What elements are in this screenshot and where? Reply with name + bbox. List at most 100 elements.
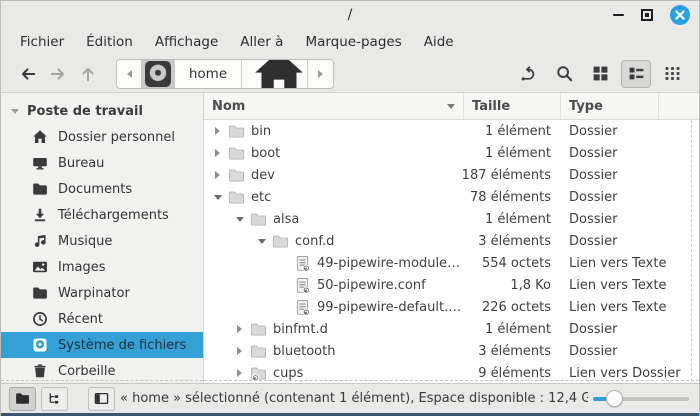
path-scroll-left-button[interactable] — [117, 60, 142, 88]
file-row-50-pipewire-conf[interactable]: 50-pipewire.conf1,8 KoLien vers Texte — [204, 274, 699, 296]
file-row-bluetooth[interactable]: bluetooth3 élémentsDossier — [204, 340, 699, 362]
file-row-99-pipewire-default-conf[interactable]: 99-pipewire-default.conf226 octetsLien v… — [204, 296, 699, 318]
sidebar-item-label: Dossier personnel — [58, 130, 175, 145]
arrow-up-icon — [79, 65, 97, 83]
icon-view-button[interactable] — [585, 60, 615, 88]
folder-icon — [228, 167, 245, 184]
folder-icon — [228, 145, 245, 162]
file-type: Lien vers Texte — [561, 274, 659, 296]
toolbar-right-group — [513, 60, 687, 88]
sidebar-item-bureau[interactable]: Bureau — [1, 150, 203, 176]
breadcrumb-home-button[interactable]: home — [175, 60, 242, 88]
file-size: 3 éléments — [464, 230, 561, 252]
file-name: bluetooth — [273, 344, 335, 359]
row-stub — [659, 142, 699, 164]
sidebar-item-label: Images — [58, 260, 106, 275]
file-type: Dossier — [561, 120, 659, 142]
path-scroll-right-button[interactable] — [308, 60, 333, 88]
menu-item-aide[interactable]: Aide — [413, 31, 465, 53]
file-name: dev — [251, 168, 275, 183]
list-view-button[interactable] — [621, 60, 651, 88]
download-icon — [32, 207, 48, 223]
expander-open-icon[interactable] — [232, 208, 247, 230]
column-header-type[interactable]: Type — [561, 93, 659, 119]
file-size: 3 éléments — [464, 340, 561, 362]
menu-item-marque-pages[interactable]: Marque-pages — [294, 31, 412, 53]
forward-button[interactable] — [43, 60, 73, 88]
expander-closed-icon[interactable] — [210, 142, 225, 164]
arrow-right-icon — [49, 65, 67, 83]
minimize-icon[interactable] — [613, 14, 624, 17]
breadcrumb-user-home-button[interactable] — [242, 60, 308, 88]
file-row-alsa[interactable]: alsa1 élémentDossier — [204, 208, 699, 230]
sidebar-section-label: Poste de travail — [27, 104, 143, 119]
file-type: Dossier — [561, 142, 659, 164]
expander-closed-icon[interactable] — [232, 362, 247, 383]
home-icon-dark — [251, 59, 307, 89]
search-button[interactable] — [549, 60, 579, 88]
sidebar-item-musique[interactable]: Musique — [1, 228, 203, 254]
menu-item-affichage[interactable]: Affichage — [144, 31, 229, 53]
file-row-boot[interactable]: boot1 élémentDossier — [204, 142, 699, 164]
sidebar-item-images[interactable]: Images — [1, 254, 203, 280]
row-stub — [659, 362, 699, 383]
sidebar-item-recent[interactable]: Récent — [1, 306, 203, 332]
expander-closed-icon[interactable] — [210, 164, 225, 186]
show-places-button[interactable] — [9, 387, 36, 411]
sidebar-item-telechargements[interactable]: Téléchargements — [1, 202, 203, 228]
show-treeview-button[interactable] — [41, 387, 68, 411]
curved-arrow-icon — [520, 65, 537, 82]
file-name: 49-pipewire-modules.conf — [317, 256, 464, 271]
up-button[interactable] — [73, 60, 103, 88]
titlebar[interactable]: / — [1, 1, 699, 29]
slider-handle[interactable] — [606, 390, 623, 407]
list-header: Nom Taille Type — [204, 93, 699, 120]
sidebar-item-systeme-de-fichiers[interactable]: Système de fichiers — [1, 332, 203, 358]
expander-closed-icon[interactable] — [232, 340, 247, 362]
file-type: Dossier — [561, 230, 659, 252]
column-header-size[interactable]: Taille — [464, 93, 561, 119]
chevron-down-icon — [11, 109, 19, 114]
expander-open-icon[interactable] — [210, 186, 225, 208]
back-button[interactable] — [13, 60, 43, 88]
expander-closed-icon[interactable] — [232, 318, 247, 340]
text-link-icon — [294, 277, 311, 294]
file-row-dev[interactable]: dev187 élémentsDossier — [204, 164, 699, 186]
arrow-left-icon — [19, 65, 37, 83]
menu-item-fichier[interactable]: Fichier — [9, 31, 75, 53]
menu-item-edition[interactable]: Édition — [75, 31, 144, 53]
file-row-cups[interactable]: cups9 élémentsLien vers Dossier — [204, 362, 699, 383]
file-row-49-pipewire-modules-conf[interactable]: 49-pipewire-modules.conf554 octetsLien v… — [204, 252, 699, 274]
row-stub — [659, 318, 699, 340]
sidebar-section-header[interactable]: Poste de travail — [1, 98, 203, 124]
sidebar-item-corbeille[interactable]: Corbeille — [1, 358, 203, 384]
file-row-etc[interactable]: etc78 élémentsDossier — [204, 186, 699, 208]
file-row-conf-d[interactable]: conf.d3 élémentsDossier — [204, 230, 699, 252]
column-header-name[interactable]: Nom — [204, 93, 464, 119]
close-icon[interactable] — [670, 5, 690, 25]
file-name: bin — [251, 124, 271, 139]
sidebar-item-dossier-personnel[interactable]: Dossier personnel — [1, 124, 203, 150]
toggle-location-entry-button[interactable] — [513, 60, 543, 88]
expander-open-icon[interactable] — [254, 230, 269, 252]
menu-item-aller-a[interactable]: Aller à — [229, 31, 294, 53]
trash-icon — [32, 363, 48, 379]
breadcrumb: home — [116, 59, 334, 89]
maximize-icon[interactable] — [641, 9, 653, 21]
row-stub — [659, 230, 699, 252]
breadcrumb-root-button[interactable] — [142, 60, 175, 88]
compact-view-button[interactable] — [657, 60, 687, 88]
file-row-bin[interactable]: bin1 élémentDossier — [204, 120, 699, 142]
zoom-slider[interactable] — [593, 389, 689, 409]
sidebar-item-label: Téléchargements — [58, 208, 169, 223]
sidebar-item-documents[interactable]: Documents — [1, 176, 203, 202]
music-icon — [32, 233, 48, 249]
file-row-binfmt-d[interactable]: binfmt.d1 élémentDossier — [204, 318, 699, 340]
folder-icon — [228, 189, 245, 206]
sidebar-item-warpinator[interactable]: Warpinator — [1, 280, 203, 306]
hide-sidebar-button[interactable] — [88, 387, 115, 411]
home-icon — [32, 129, 48, 145]
expander-closed-icon[interactable] — [210, 120, 225, 142]
file-type: Lien vers Dossier — [561, 362, 659, 383]
file-type: Dossier — [561, 208, 659, 230]
